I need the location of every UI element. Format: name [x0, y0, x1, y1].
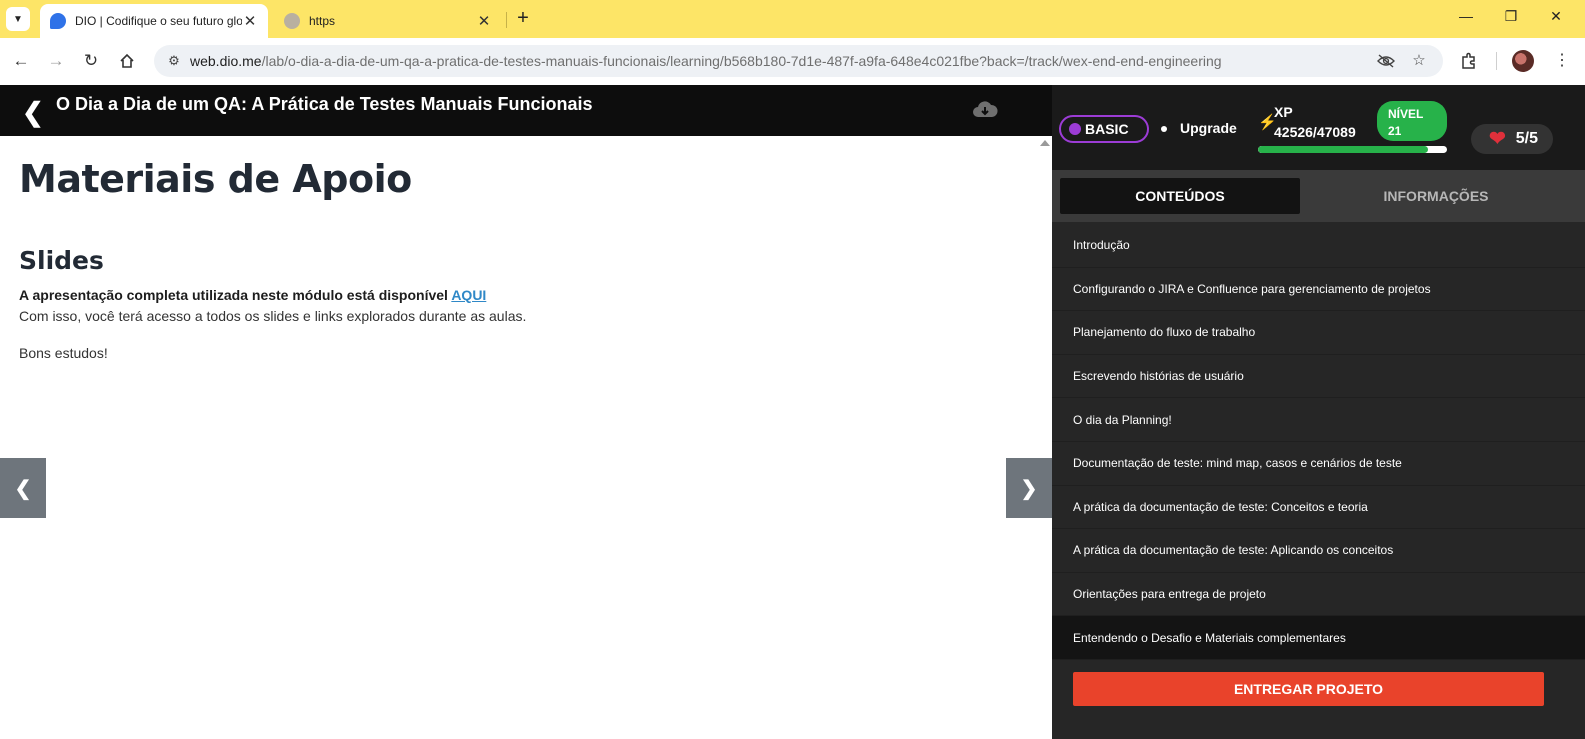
- window-close-icon[interactable]: ✕: [1545, 8, 1567, 30]
- lesson-item[interactable]: Documentação de teste: mind map, casos e…: [1052, 441, 1585, 486]
- site-info-icon[interactable]: ⚙: [164, 51, 184, 71]
- tab-informacoes[interactable]: INFORMAÇÕES: [1308, 178, 1564, 214]
- plan-drop-icon: [1069, 123, 1081, 135]
- chevron-left-icon: ❮: [14, 477, 32, 500]
- lesson-header: ❮ O Dia a Dia de um QA: A Prática de Tes…: [0, 85, 1052, 136]
- upgrade-link[interactable]: Upgrade: [1180, 120, 1237, 136]
- xp-value: 42526/47089: [1274, 124, 1356, 140]
- browser-tab-title: https: [309, 14, 336, 28]
- toolbar-divider: [1496, 52, 1497, 70]
- xp-progress-fill: [1258, 146, 1429, 153]
- restore-icon[interactable]: ❐: [1500, 8, 1522, 30]
- bullet-dot: [1161, 126, 1167, 132]
- lesson-item[interactable]: Entendendo o Desafio e Materiais complem…: [1052, 616, 1585, 660]
- lesson-item[interactable]: Introdução: [1052, 224, 1585, 268]
- lesson-item[interactable]: A prática da documentação de teste: Conc…: [1052, 485, 1585, 530]
- lesson-item[interactable]: Orientações para entrega de projeto: [1052, 572, 1585, 617]
- tab-search-chevron-icon[interactable]: ▼: [6, 7, 30, 31]
- submit-project-button[interactable]: ENTREGAR PROJETO: [1073, 672, 1544, 706]
- content-subheading: Slides: [19, 246, 104, 275]
- tab-divider: [506, 12, 507, 28]
- next-slide-button[interactable]: ❯: [1006, 458, 1052, 518]
- browser-tab-title: DIO | Codifique o seu futuro glo: [75, 14, 242, 28]
- close-tab-icon[interactable]: ✕: [476, 12, 492, 30]
- xp-progress-bar: [1258, 146, 1447, 153]
- course-sidebar: BASIC Upgrade ⚡ XP 42526/47089 NÍVEL 21 …: [1052, 85, 1585, 739]
- lesson-item[interactable]: Escrevendo histórias de usuário: [1052, 354, 1585, 399]
- intro-text: A apresentação completa utilizada neste …: [19, 287, 452, 303]
- lesson-item[interactable]: Configurando o JIRA e Confluence para ge…: [1052, 267, 1585, 312]
- content-heading: Materiais de Apoio: [19, 157, 412, 201]
- puzzle-icon[interactable]: [1458, 50, 1480, 72]
- lives-counter: ❤ 5/5: [1471, 124, 1553, 154]
- lesson-item[interactable]: Planejamento do fluxo de trabalho: [1052, 311, 1585, 355]
- lesson-content: Materiais de Apoio Slides A apresentação…: [0, 136, 1052, 739]
- chevron-right-icon: ❯: [1020, 477, 1038, 500]
- url-text[interactable]: web.dio.me/lab/o-dia-a-dia-de-um-qa-a-pr…: [190, 53, 1222, 69]
- level-label: NÍVEL: [1388, 107, 1424, 121]
- plan-badge[interactable]: BASIC: [1059, 115, 1149, 143]
- browser-tabstrip: ▼ DIO | Codifique o seu futuro glo ✕ htt…: [0, 0, 1585, 38]
- browser-tab-dio[interactable]: DIO | Codifique o seu futuro glo ✕: [40, 4, 268, 38]
- heart-icon: ❤: [1489, 128, 1506, 150]
- close-tab-icon[interactable]: ✕: [242, 12, 258, 30]
- xp-label: XP: [1274, 104, 1293, 120]
- lesson-title: O Dia a Dia de um QA: A Prática de Teste…: [56, 94, 593, 114]
- browser-toolbar: ← → ↻ ⚙ web.dio.me/lab/o-dia-a-dia-de-um…: [0, 38, 1585, 85]
- back-chevron-icon[interactable]: ❮: [22, 98, 46, 126]
- lesson-list: Introdução Configurando o JIRA e Confluen…: [1052, 224, 1585, 660]
- new-tab-plus-icon[interactable]: +: [512, 8, 534, 30]
- cloud-download-icon[interactable]: [972, 99, 998, 121]
- level-badge: NÍVEL 21: [1377, 101, 1447, 141]
- slides-link[interactable]: AQUI: [451, 287, 486, 303]
- closing-paragraph: Bons estudos!: [19, 345, 108, 361]
- star-icon[interactable]: ☆: [1409, 51, 1429, 71]
- url-host: web.dio.me: [190, 53, 262, 69]
- url-path: /lab/o-dia-a-dia-de-um-qa-a-pratica-de-t…: [261, 53, 1222, 69]
- dio-favicon-icon: [50, 13, 66, 29]
- plan-label: BASIC: [1085, 121, 1129, 137]
- tab-conteudos[interactable]: CONTEÚDOS: [1060, 178, 1300, 214]
- reload-icon[interactable]: ↻: [80, 50, 102, 72]
- intro-paragraph: A apresentação completa utilizada neste …: [19, 287, 486, 303]
- user-status-bar: BASIC Upgrade ⚡ XP 42526/47089 NÍVEL 21 …: [1052, 85, 1585, 170]
- previous-slide-button[interactable]: ❮: [0, 458, 46, 518]
- profile-avatar[interactable]: [1512, 50, 1534, 72]
- lesson-item[interactable]: O dia da Planning!: [1052, 398, 1585, 442]
- lives-value: 5/5: [1515, 130, 1539, 147]
- home-icon[interactable]: [116, 50, 138, 72]
- level-value: 21: [1388, 124, 1402, 138]
- kebab-menu-icon[interactable]: ⋮: [1551, 50, 1573, 72]
- scroll-up-arrow-icon[interactable]: [1040, 140, 1050, 146]
- sidebar-tabs: CONTEÚDOS INFORMAÇÕES: [1052, 170, 1585, 222]
- address-bar[interactable]: ⚙ web.dio.me/lab/o-dia-a-dia-de-um-qa-a-…: [154, 45, 1443, 77]
- eye-off-icon[interactable]: [1376, 51, 1396, 71]
- arrow-left-icon[interactable]: ←: [10, 50, 32, 72]
- minimize-icon[interactable]: —: [1455, 8, 1477, 30]
- body-paragraph: Com isso, você terá acesso a todos os sl…: [19, 308, 527, 324]
- globe-favicon-icon: [284, 13, 300, 29]
- arrow-right-icon[interactable]: →: [45, 50, 67, 72]
- browser-tab-https[interactable]: https ✕: [274, 4, 502, 38]
- lesson-item[interactable]: A prática da documentação de teste: Apli…: [1052, 529, 1585, 573]
